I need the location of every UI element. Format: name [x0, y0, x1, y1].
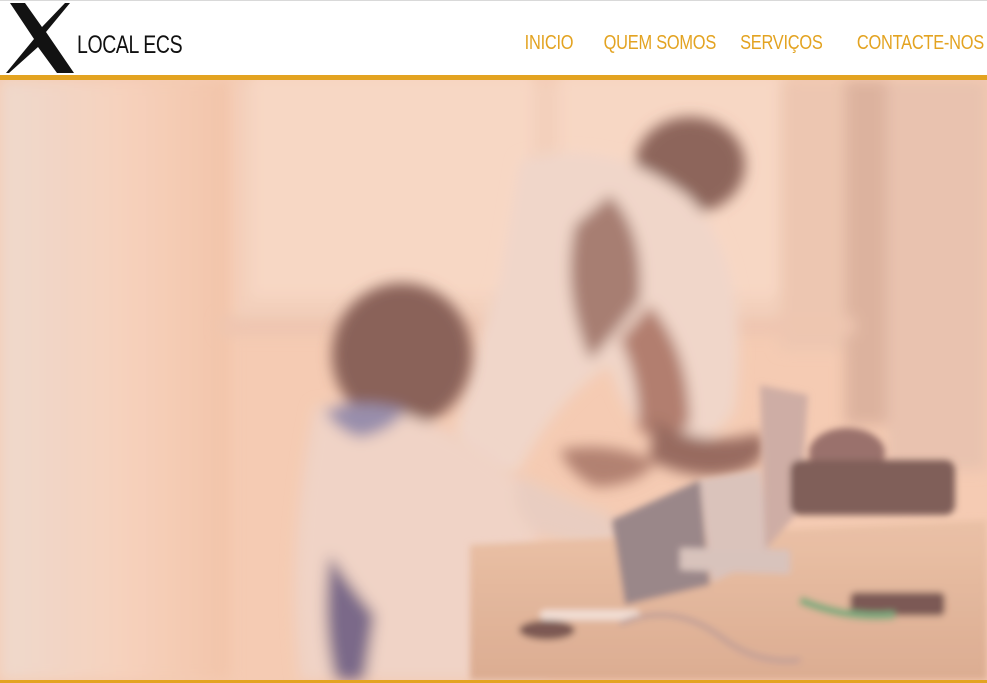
nav-item-inicio[interactable]: INICIO: [525, 31, 574, 55]
main-navigation: INICIO QUEM SOMOS SERVIÇOS CONTACTE-NOS: [524, 31, 984, 55]
nav-item-contacte-nos[interactable]: CONTACTE-NOS: [857, 31, 984, 55]
hero-photo: [0, 80, 987, 680]
nav-item-servicos[interactable]: SERVIÇOS: [741, 31, 824, 55]
page: LOCAL ECS INICIO QUEM SOMOS SERVIÇOS CON…: [0, 0, 987, 683]
site-header: LOCAL ECS INICIO QUEM SOMOS SERVIÇOS CON…: [0, 0, 987, 76]
brand-name[interactable]: LOCAL ECS: [77, 32, 183, 58]
nav-item-quem-somos[interactable]: QUEM SOMOS: [604, 31, 717, 55]
x-logo-icon[interactable]: [6, 3, 74, 73]
hero-banner: [0, 80, 987, 680]
